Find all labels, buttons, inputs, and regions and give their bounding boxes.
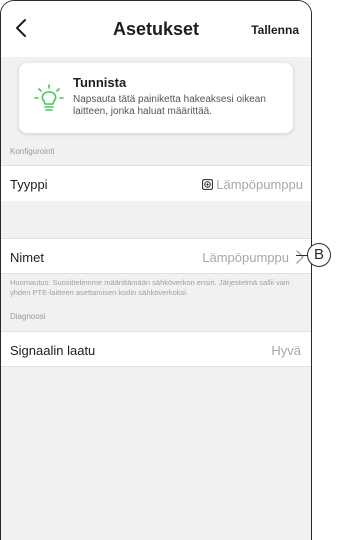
- names-value: Lämpöpumppu: [202, 250, 289, 265]
- section-label-diagnostics: Diagnoosi: [10, 312, 46, 321]
- save-button[interactable]: Tallenna: [251, 23, 299, 37]
- signal-quality-row: Signaalin laatu Hyvä: [1, 331, 311, 367]
- identify-description: Napsauta tätä painiketta hakeaksesi oike…: [73, 94, 266, 117]
- callout-badge: B: [307, 243, 331, 267]
- signal-quality-value: Hyvä: [271, 343, 301, 358]
- names-row[interactable]: Nimet Lämpöpumppu: [1, 238, 311, 274]
- lightbulb-icon: [34, 84, 64, 111]
- type-value-wrap: Lämpöpumppu: [202, 175, 303, 193]
- heat-pump-icon: [202, 178, 214, 190]
- identify-button[interactable]: Tunnista Napsauta tätä painiketta hakeak…: [19, 63, 293, 133]
- identify-title: Tunnista: [73, 75, 127, 90]
- type-label: Tyyppi: [10, 177, 48, 192]
- header-bar: Asetukset Tallenna: [1, 1, 311, 57]
- configuration-note: Huomautus: Suosittelemme määrittämään sä…: [10, 278, 290, 297]
- chevron-right-icon: [296, 250, 304, 264]
- phone-frame: Asetukset Tallenna Tunnista Napsauta tät…: [0, 0, 312, 540]
- section-label-configuration: Konfigurointi: [10, 147, 55, 156]
- type-row[interactable]: Tyyppi Lämpöpumppu: [1, 165, 311, 201]
- type-value: Lämpöpumppu: [216, 176, 303, 192]
- signal-quality-label: Signaalin laatu: [10, 343, 96, 358]
- names-label: Nimet: [10, 250, 44, 265]
